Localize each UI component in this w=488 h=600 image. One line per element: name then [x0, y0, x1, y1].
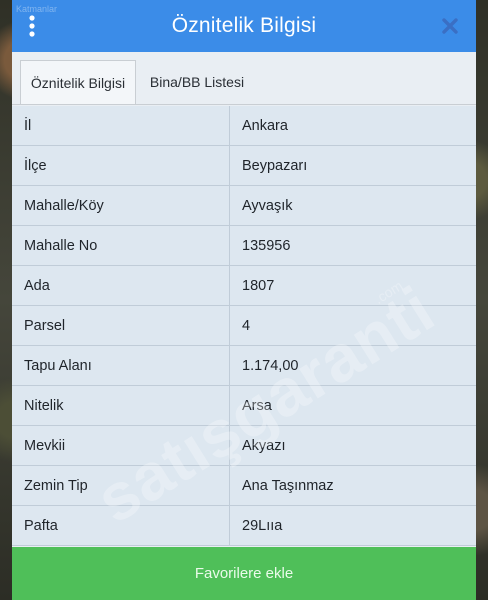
row-value: Ana Taşınmaz: [242, 477, 334, 494]
row-key: İl: [12, 106, 230, 145]
table-row: Mevkii Akyazı: [12, 426, 476, 466]
table-row: Mahalle/Köy Ayvaşık: [12, 186, 476, 226]
table-row: Tapu Alanı 1.174,00: [12, 346, 476, 386]
row-value: 1807: [242, 277, 275, 294]
row-key: Pafta: [12, 506, 230, 545]
attribute-dialog: Katmanlar Öznitelik Bilgisi Öznitelik Bi…: [12, 0, 476, 600]
table-row: Mahalle No 135956: [12, 226, 476, 266]
row-key: Zemin Tip: [12, 466, 230, 505]
dialog-title: Öznitelik Bilgisi: [171, 14, 317, 37]
kebab-menu-icon[interactable]: [2, 10, 62, 42]
table-row: İlçe Beypazarı: [12, 146, 476, 186]
tab-building-list[interactable]: Bina/BB Listesi: [136, 60, 258, 104]
row-value: Ayvaşık: [242, 197, 293, 214]
dialog-header: Katmanlar Öznitelik Bilgisi: [12, 0, 476, 52]
table-row: Ada 1807: [12, 266, 476, 306]
row-value: Akyazı: [242, 437, 286, 454]
row-value: 1.174,00: [242, 357, 299, 374]
row-key: Parsel: [12, 306, 230, 345]
row-key: Mahalle No: [12, 226, 230, 265]
row-key: Tapu Alanı: [12, 346, 230, 385]
table-row: Parsel 4: [12, 306, 476, 346]
row-value: 4: [242, 317, 251, 334]
table-row: Pafta 29Lııa: [12, 506, 476, 546]
row-key: İlçe: [12, 146, 230, 185]
table-row: İl Ankara: [12, 106, 476, 146]
row-key: Ada: [12, 266, 230, 305]
attribute-table: İl Ankara İlçe Beypazarı Mahalle/Köy Ayv…: [12, 106, 476, 546]
row-value: Beypazarı: [242, 157, 308, 174]
row-value: Arsa: [242, 397, 272, 414]
row-value: 29Lııa: [242, 517, 283, 534]
table-row: Zemin Tip Ana Taşınmaz: [12, 466, 476, 506]
tab-bar: Öznitelik Bilgisi Bina/BB Listesi: [12, 52, 476, 105]
add-to-favorites-button[interactable]: Favorilere ekle: [12, 547, 476, 600]
table-row: Nitelik Arsa: [12, 386, 476, 426]
row-key: Nitelik: [12, 386, 230, 425]
row-value: Ankara: [242, 117, 288, 134]
row-key: Mevkii: [12, 426, 230, 465]
row-key: Mahalle/Köy: [12, 186, 230, 225]
close-icon[interactable]: [440, 16, 460, 36]
row-value: 135956: [242, 237, 291, 254]
tab-attribute-info[interactable]: Öznitelik Bilgisi: [20, 60, 136, 104]
